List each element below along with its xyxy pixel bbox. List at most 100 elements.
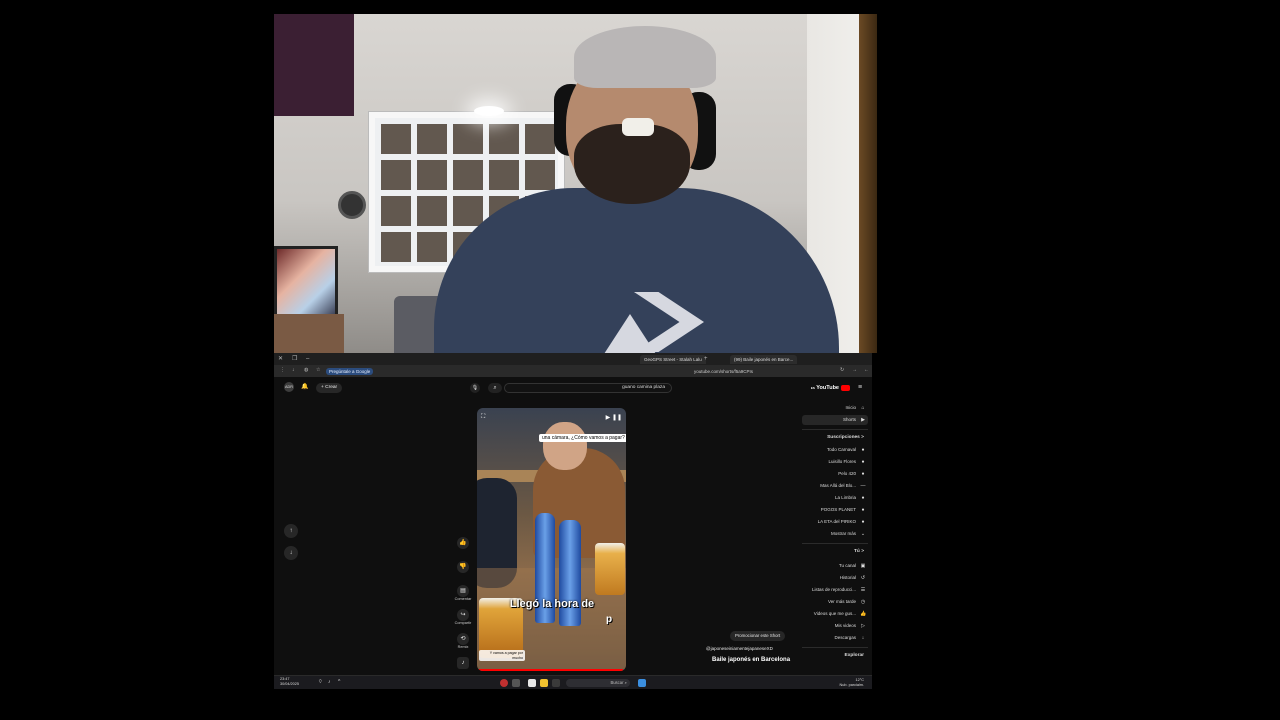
dislike-icon: 👎: [457, 561, 469, 573]
taskbar-search[interactable]: Buscar ⌕: [566, 679, 630, 687]
ask-google-button[interactable]: Pregúntale a Google: [326, 367, 374, 375]
home-icon: ⌂: [861, 405, 865, 411]
browser-tab-geogps[interactable]: GeoGPS Street - Stalah Lalu: [640, 355, 706, 364]
fullscreen-icon[interactable]: ⛶: [481, 414, 485, 421]
like-icon: 👍: [457, 537, 469, 549]
webcam-tv: [274, 246, 338, 318]
sidebar-item-history[interactable]: Historial ↺: [802, 573, 868, 583]
channel-avatar-icon: ●: [861, 495, 865, 501]
forward-icon[interactable]: →: [852, 366, 857, 374]
avatar[interactable]: ADR: [284, 382, 294, 392]
channel-avatar-icon: ●: [861, 459, 865, 465]
search-icon[interactable]: ⌕: [488, 383, 502, 393]
play-pause-icon[interactable]: ▶ ❚❚: [606, 414, 622, 421]
webcam-poster: [274, 14, 354, 116]
profile-icon[interactable]: ◍: [304, 366, 308, 374]
video-man-head: [543, 422, 587, 470]
minimize-icon[interactable]: –: [306, 355, 309, 363]
taskbar-clock[interactable]: 23:47 30/04/2025: [280, 677, 299, 687]
app-icon-camera[interactable]: [528, 679, 536, 687]
sidebar-item-downloads[interactable]: Descargas ↓: [802, 633, 868, 643]
video-progress-bar[interactable]: [477, 669, 626, 671]
youtube-play-icon: [841, 384, 850, 391]
search-value: guano camina plaza: [622, 385, 665, 390]
bookmark-star-icon[interactable]: ☆: [316, 366, 320, 374]
short-actions: 👍 👎 ▤ Comentar ↪ Compartir ⟲ Remix ♪: [452, 533, 474, 673]
sidebar-sub-item[interactable]: La Limbria ●: [802, 493, 868, 503]
beer-glass: [595, 543, 625, 595]
url-field[interactable]: youtube.com/shorts/f5a9CPIs: [694, 368, 834, 375]
sidebar-show-more[interactable]: Mostrar más ⌄: [802, 529, 868, 539]
notifications-bell-icon[interactable]: 🔔: [301, 382, 311, 392]
sidebar-item-label: Videos que me gus...: [813, 611, 856, 616]
remix-button[interactable]: ⟲ Remix: [454, 633, 472, 649]
video-title[interactable]: Baile japonés en Barcelona: [712, 657, 790, 663]
short-video-player[interactable]: ⛶ ▶ ❚❚ una cámara, ¿Cómo vamos a pagar? …: [477, 408, 626, 671]
browser-tab-youtube[interactable]: (99) Baile japonés en Barce...: [730, 355, 798, 364]
app-icon-dark[interactable]: [552, 679, 560, 687]
taskbar-weather[interactable]: 12°C Nub. parcialm.: [840, 678, 864, 688]
sidebar-item-shorts[interactable]: Shorts ▶: [802, 415, 868, 425]
app-icon-gray[interactable]: [512, 679, 520, 687]
sidebar-item-playlists[interactable]: Listas de reproducci... ☰: [802, 585, 868, 595]
streamer-cap: [574, 26, 716, 88]
sidebar-item-liked[interactable]: Videos que me gus... 👍: [802, 609, 868, 619]
webcam-shelf: [274, 314, 344, 353]
maximize-icon[interactable]: ❐: [292, 355, 297, 363]
extensions-icon[interactable]: ⋮: [280, 366, 285, 374]
reload-icon[interactable]: ↻: [840, 366, 844, 374]
sidebar-sub-item[interactable]: Mas Allá del Blo... —: [802, 481, 868, 491]
sidebar-item-label: Todo Carnaval: [826, 447, 856, 452]
video-caption-main: Llegó la hora de: [509, 598, 595, 610]
weather-desc: Nub. parcialm.: [839, 683, 864, 687]
windows-start-icon[interactable]: [638, 679, 646, 687]
history-icon: ↺: [860, 575, 866, 581]
sidebar-item-label: Listas de reproducci...: [811, 587, 856, 592]
download-icon[interactable]: ↓: [292, 366, 295, 374]
comment-icon: ▤: [457, 585, 469, 597]
logo-suffix: ES: [810, 386, 815, 390]
sidebar-sub-item[interactable]: POGOS PLANET ●: [802, 505, 868, 515]
channel-handle[interactable]: @japoneseiniamentejapaneseXD: [706, 646, 773, 651]
promote-short-button[interactable]: Promocionar este Short: [730, 631, 786, 641]
share-button[interactable]: ↪ Compartir: [454, 609, 472, 625]
channel-avatar-icon: —: [860, 483, 866, 489]
youtube-logo[interactable]: ES YouTube: [811, 384, 850, 392]
new-tab-icon[interactable]: +: [704, 355, 708, 363]
comment-button[interactable]: ▤ Comentar: [454, 585, 472, 601]
file-explorer-icon[interactable]: [540, 679, 548, 687]
ceiling-lamp: [474, 106, 504, 116]
sidebar-item-your-channel[interactable]: Tu canal ▣: [802, 561, 868, 571]
sidebar-item-label: POGOS PLANET: [820, 507, 856, 512]
clock-icon: ◷: [860, 599, 866, 605]
sidebar-item-label: LA ETA del PIRIKO: [817, 519, 856, 524]
wifi-icon[interactable]: ⌔: [318, 679, 326, 687]
channel-avatar-small[interactable]: ♪: [454, 657, 472, 669]
back-icon[interactable]: ←: [864, 366, 869, 374]
tray-chevron-icon[interactable]: ^: [338, 679, 346, 687]
sidebar-item-label: Descargas: [834, 635, 856, 640]
video-caption-top: una cámara, ¿Cómo vamos a pagar?: [539, 434, 626, 442]
webcam-feed: [274, 14, 877, 353]
you-heading[interactable]: Tú >: [802, 547, 868, 557]
create-button[interactable]: + Crear: [316, 383, 343, 393]
subscriptions-heading[interactable]: Suscripciones >: [802, 433, 868, 443]
sidebar-divider: [802, 543, 868, 544]
next-short-button[interactable]: ↓: [284, 546, 298, 560]
sidebar-item-home[interactable]: Inicio ⌂: [802, 403, 868, 413]
volume-icon[interactable]: ♪: [328, 679, 336, 687]
sidebar-item-watch-later[interactable]: Ver más tarde ◷: [802, 597, 868, 607]
sidebar-sub-item[interactable]: Pelo 420 ●: [802, 469, 868, 479]
previous-short-button[interactable]: ↑: [284, 524, 298, 538]
app-icon-red[interactable]: [500, 679, 508, 687]
sidebar-sub-item[interactable]: Luisillo Flores ●: [802, 457, 868, 467]
dislike-button[interactable]: 👎: [454, 561, 472, 573]
hamburger-menu-icon[interactable]: ≡: [858, 384, 866, 392]
search-input[interactable]: guano camina plaza: [504, 383, 672, 393]
voice-search-mic-icon[interactable]: 🎙: [470, 383, 480, 393]
sidebar-sub-item[interactable]: LA ETA del PIRIKO ●: [802, 517, 868, 527]
close-window-icon[interactable]: ✕: [278, 355, 283, 363]
sidebar-item-my-videos[interactable]: Mis videos ▷: [802, 621, 868, 631]
sidebar-sub-item[interactable]: Todo Carnaval ●: [802, 445, 868, 455]
like-button[interactable]: 👍: [454, 537, 472, 549]
